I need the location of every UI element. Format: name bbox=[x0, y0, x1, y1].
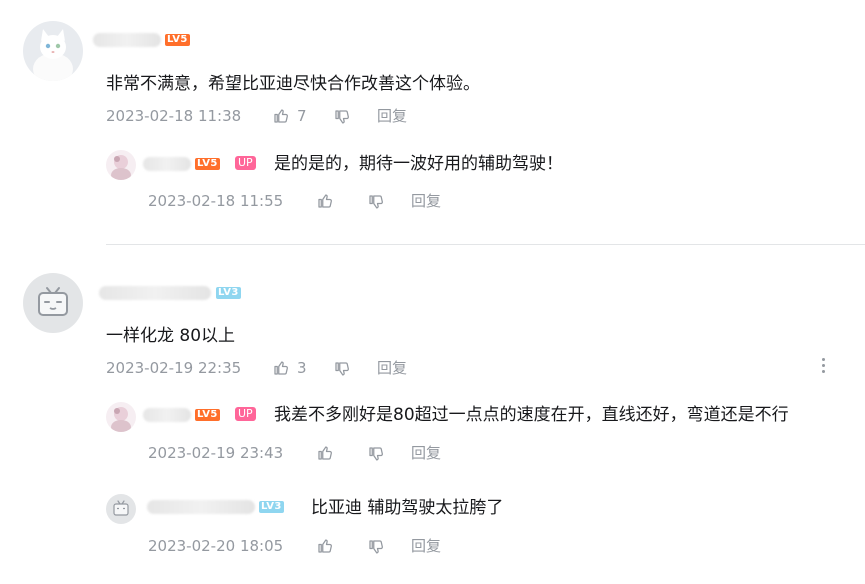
more-icon[interactable] bbox=[822, 356, 826, 374]
username-blurred[interactable] bbox=[93, 33, 161, 47]
comment-time: 2023-02-19 22:35 bbox=[106, 359, 242, 377]
dislike-icon[interactable] bbox=[367, 193, 385, 211]
reply-avatar[interactable] bbox=[106, 150, 136, 180]
like-icon[interactable] bbox=[316, 444, 334, 462]
reply-avatar[interactable] bbox=[106, 494, 136, 524]
reply-text: 比亚迪 辅助驾驶太拉胯了 bbox=[311, 498, 504, 518]
reply-time: 2023-02-18 11:55 bbox=[148, 192, 284, 210]
dislike-icon[interactable] bbox=[367, 538, 385, 556]
illustration-avatar-image bbox=[106, 402, 136, 432]
comment-time: 2023-02-18 11:38 bbox=[106, 107, 242, 125]
reply-time: 2023-02-19 23:43 bbox=[148, 444, 284, 462]
like-icon[interactable] bbox=[272, 107, 290, 125]
level-badge: LV5 bbox=[195, 409, 220, 421]
comment-text: 非常不满意，希望比亚迪尽快合作改善这个体验。 bbox=[106, 74, 480, 94]
avatar[interactable] bbox=[23, 21, 83, 81]
reply-button[interactable]: 回复 bbox=[377, 358, 407, 378]
cat-avatar-image bbox=[23, 21, 83, 81]
avatar[interactable] bbox=[23, 273, 83, 333]
up-badge: UP bbox=[235, 407, 256, 421]
illustration-avatar-image bbox=[106, 150, 136, 180]
like-icon[interactable] bbox=[316, 537, 334, 555]
username-blurred[interactable] bbox=[143, 408, 191, 422]
like-count: 7 bbox=[297, 107, 307, 125]
like-icon[interactable] bbox=[316, 192, 334, 210]
comment-divider bbox=[106, 244, 865, 245]
username-blurred[interactable] bbox=[143, 157, 191, 171]
comment-text: 一样化龙 80以上 bbox=[106, 326, 236, 346]
username-blurred[interactable] bbox=[147, 500, 255, 514]
up-badge: UP bbox=[235, 156, 256, 170]
level-badge: LV3 bbox=[259, 501, 284, 513]
reply-avatar[interactable] bbox=[106, 402, 136, 432]
dislike-icon[interactable] bbox=[367, 445, 385, 463]
reply-time: 2023-02-20 18:05 bbox=[148, 537, 284, 555]
reply-text: 我差不多刚好是80超过一点点的速度在开，直线还好，弯道还是不行 bbox=[274, 405, 789, 425]
tv-mascot-avatar-image bbox=[23, 273, 83, 333]
reply-button[interactable]: 回复 bbox=[411, 443, 441, 463]
username-blurred[interactable] bbox=[99, 286, 211, 300]
reply-button[interactable]: 回复 bbox=[411, 191, 441, 211]
reply-button[interactable]: 回复 bbox=[411, 536, 441, 556]
level-badge: LV5 bbox=[165, 34, 190, 46]
tv-mascot-avatar-image bbox=[106, 494, 136, 524]
dislike-icon[interactable] bbox=[333, 108, 351, 126]
reply-button[interactable]: 回复 bbox=[377, 106, 407, 126]
level-badge: LV3 bbox=[216, 287, 241, 299]
like-icon[interactable] bbox=[272, 359, 290, 377]
like-count: 3 bbox=[297, 359, 307, 377]
level-badge: LV5 bbox=[195, 158, 220, 170]
reply-text: 是的是的，期待一波好用的辅助驾驶！ bbox=[274, 154, 563, 174]
dislike-icon[interactable] bbox=[333, 360, 351, 378]
